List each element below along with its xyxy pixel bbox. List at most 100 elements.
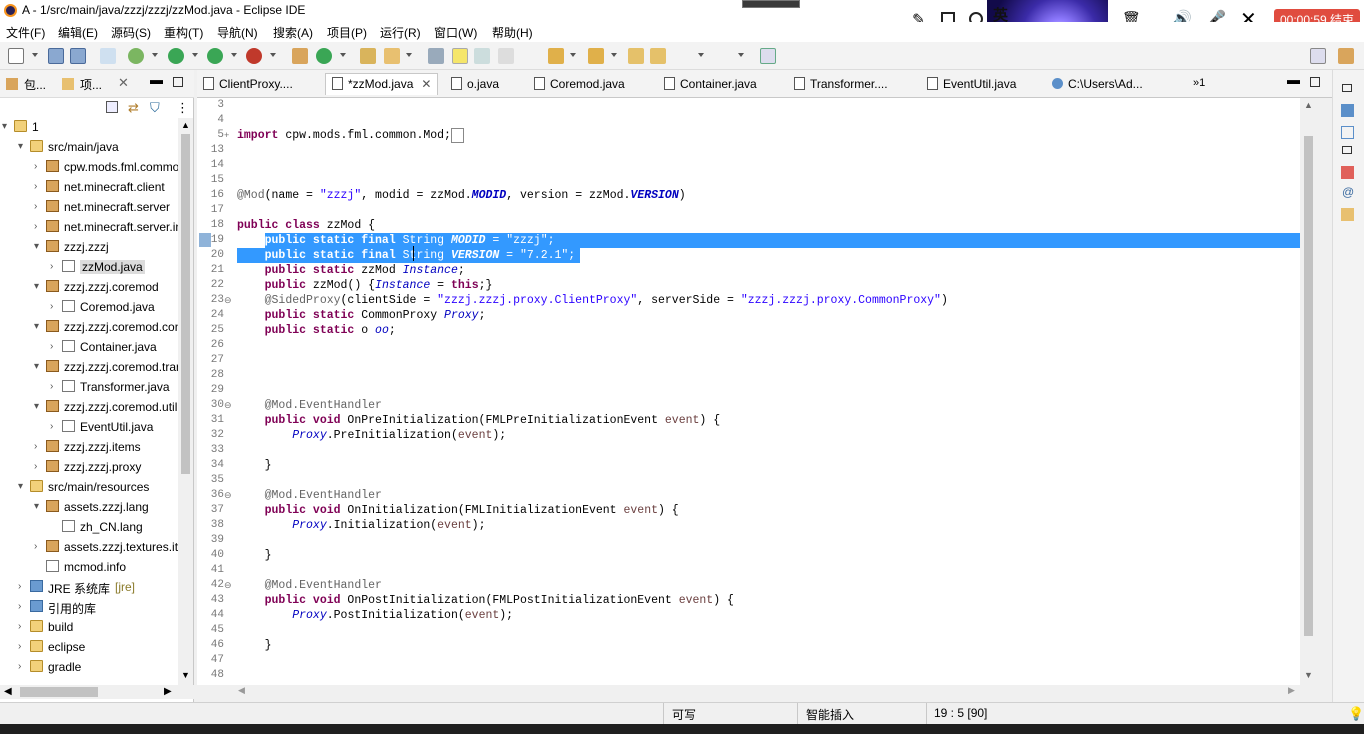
close-tab-icon[interactable]: ✕ [421, 77, 431, 91]
collapse-all-icon[interactable] [106, 101, 118, 113]
expanded-arrow-icon[interactable]: ▾ [2, 121, 7, 132]
scroll-thumb[interactable] [181, 134, 190, 474]
new-icon[interactable] [8, 48, 24, 64]
view-menu-icon[interactable]: ⋮ [176, 100, 189, 116]
editor-minimize-icon[interactable]: ▬ [1287, 72, 1300, 87]
menu-run[interactable]: 运行(R) [380, 24, 421, 41]
collapsed-arrow-icon[interactable]: › [18, 641, 21, 652]
menu-refactor[interactable]: 重构(T) [164, 24, 203, 41]
tab-clientproxy[interactable]: ClientProxy.... [203, 77, 293, 99]
external-tools-dropdown-icon[interactable] [270, 53, 276, 57]
tab-project-explorer[interactable]: 项... [80, 76, 102, 93]
skip-breakpoints-icon[interactable] [100, 48, 116, 64]
expanded-arrow-icon[interactable]: ▾ [34, 501, 39, 512]
menu-search[interactable]: 搜索(A) [273, 24, 313, 41]
highlight-icon[interactable] [452, 48, 468, 64]
code-editor[interactable]: 3 4 5 +13 14 15 16 17 18 19 20 21 22 23 ⊖ 24 25 26 27 28 29 3… [197, 98, 1317, 685]
menu-window[interactable]: 窗口(W) [434, 24, 477, 41]
debug-icon[interactable] [128, 48, 144, 64]
tree-item[interactable]: ▾ 1 [0, 117, 178, 137]
tab-package-explorer[interactable]: 包... [24, 76, 46, 93]
menu-project[interactable]: 项目(P) [327, 24, 367, 41]
tab-container[interactable]: Container.java [664, 77, 757, 99]
java-perspective-icon[interactable] [1338, 48, 1354, 64]
tree-item[interactable]: › zzzj.zzzj.proxy [0, 457, 178, 477]
save-icon[interactable] [48, 48, 64, 64]
collapsed-arrow-icon[interactable]: › [50, 261, 53, 272]
previous-annotation-icon[interactable] [588, 48, 604, 64]
menu-navigate[interactable]: 导航(N) [217, 24, 258, 41]
tree-item[interactable]: › zzzj.zzzj.items [0, 437, 178, 457]
expanded-arrow-icon[interactable]: ▾ [18, 141, 23, 152]
tab-overflow-button[interactable]: »1 [1193, 77, 1205, 89]
collapsed-arrow-icon[interactable]: › [34, 541, 37, 552]
coverage-dropdown-icon[interactable] [231, 53, 237, 57]
collapsed-arrow-icon[interactable]: › [50, 381, 53, 392]
collapsed-arrow-icon[interactable]: › [34, 161, 37, 172]
restore-lower-icon[interactable] [1342, 146, 1352, 154]
horizontal-thumb[interactable] [20, 687, 98, 697]
collapsed-arrow-icon[interactable]: › [18, 661, 21, 672]
new-java-package-icon[interactable] [292, 48, 308, 64]
tree-item[interactable]: › assets.zzzj.textures.ite [0, 537, 178, 557]
expanded-arrow-icon[interactable]: ▾ [34, 361, 39, 372]
run-dropdown-icon[interactable] [192, 53, 198, 57]
new-java-class-icon[interactable] [316, 48, 332, 64]
search-tool-icon[interactable] [384, 48, 400, 64]
link-with-editor-icon[interactable]: ⇄ [128, 100, 139, 116]
search-dropdown-icon[interactable] [406, 53, 412, 57]
filter-icon[interactable]: ⛉ [150, 100, 160, 116]
scroll-left-icon[interactable]: ◀ [4, 686, 12, 697]
external-tools-icon[interactable] [246, 48, 262, 64]
collapsed-arrow-icon[interactable]: › [18, 621, 21, 632]
problems-icon[interactable] [1341, 166, 1354, 179]
scroll-thumb[interactable] [1304, 136, 1313, 636]
collapsed-arrow-icon[interactable]: › [18, 601, 21, 612]
menu-help[interactable]: 帮助(H) [492, 24, 533, 41]
pin-editor-icon[interactable] [760, 48, 776, 64]
tree-item[interactable]: ▾ zzzj.zzzj.coremod [0, 277, 178, 297]
task-list-icon[interactable] [1341, 126, 1354, 139]
expanded-arrow-icon[interactable]: ▾ [34, 281, 39, 292]
tree-item[interactable]: ▾ zzzj.zzzj.coremod.util [0, 397, 178, 417]
menu-file[interactable]: 文件(F) [6, 24, 45, 41]
block-selection-icon[interactable] [474, 48, 490, 64]
tree-item[interactable]: ▾ src/main/java [0, 137, 178, 157]
run-icon[interactable] [168, 48, 184, 64]
restore-icon[interactable] [1342, 84, 1352, 92]
tree-item[interactable]: › cpw.mods.fml.commo [0, 157, 178, 177]
expanded-arrow-icon[interactable]: ▾ [34, 401, 39, 412]
tree-item[interactable]: › JRE 系统库 [jre] [0, 577, 178, 597]
tab-users-path[interactable]: C:\Users\Ad... [1052, 77, 1143, 99]
collapsed-arrow-icon[interactable]: › [34, 181, 37, 192]
code-area[interactable]: import cpw.mods.fml.common.Mod; @Mod(nam… [197, 98, 1301, 685]
save-all-icon[interactable] [70, 48, 86, 64]
show-whitespace-icon[interactable] [498, 48, 514, 64]
tree-item[interactable]: mcmod.info [0, 557, 178, 577]
new-dropdown-icon[interactable] [32, 53, 38, 57]
menu-edit[interactable]: 编辑(E) [58, 24, 98, 41]
collapsed-arrow-icon[interactable]: › [18, 581, 21, 592]
collapsed-arrow-icon[interactable]: › [50, 301, 53, 312]
scroll-up-icon[interactable]: ▲ [181, 120, 190, 130]
scroll-down-icon[interactable]: ▼ [181, 670, 190, 680]
tree-item[interactable]: ▾ assets.zzzj.lang [0, 497, 178, 517]
tree-item[interactable]: › net.minecraft.server [0, 197, 178, 217]
open-type-icon[interactable] [360, 48, 376, 64]
tree-item[interactable]: ▾ zzzj.zzzj.coremod.tran [0, 357, 178, 377]
expanded-arrow-icon[interactable]: ▾ [34, 241, 39, 252]
scroll-right-icon[interactable]: ▶ [1288, 685, 1295, 696]
tree-item[interactable]: › Coremod.java [0, 297, 178, 317]
tree-item[interactable]: zh_CN.lang [0, 517, 178, 537]
declaration-icon[interactable] [1341, 208, 1354, 221]
minimize-icon[interactable]: ▬ [150, 72, 163, 87]
outline-icon[interactable] [1341, 104, 1354, 117]
open-perspective-icon[interactable] [1310, 48, 1326, 64]
tree-item[interactable]: ▾ zzzj.zzzj.coremod.cont [0, 317, 178, 337]
explorer-horizontal-scrollbar[interactable]: ◀ ▶ [0, 685, 194, 699]
tree-item[interactable]: › build [0, 617, 178, 637]
tree-item[interactable]: ▾ src/main/resources [0, 477, 178, 497]
explorer-vertical-scrollbar[interactable]: ▲ ▼ [178, 118, 193, 685]
next-annotation-dropdown-icon[interactable] [570, 53, 576, 57]
collapsed-arrow-icon[interactable]: › [34, 221, 37, 232]
